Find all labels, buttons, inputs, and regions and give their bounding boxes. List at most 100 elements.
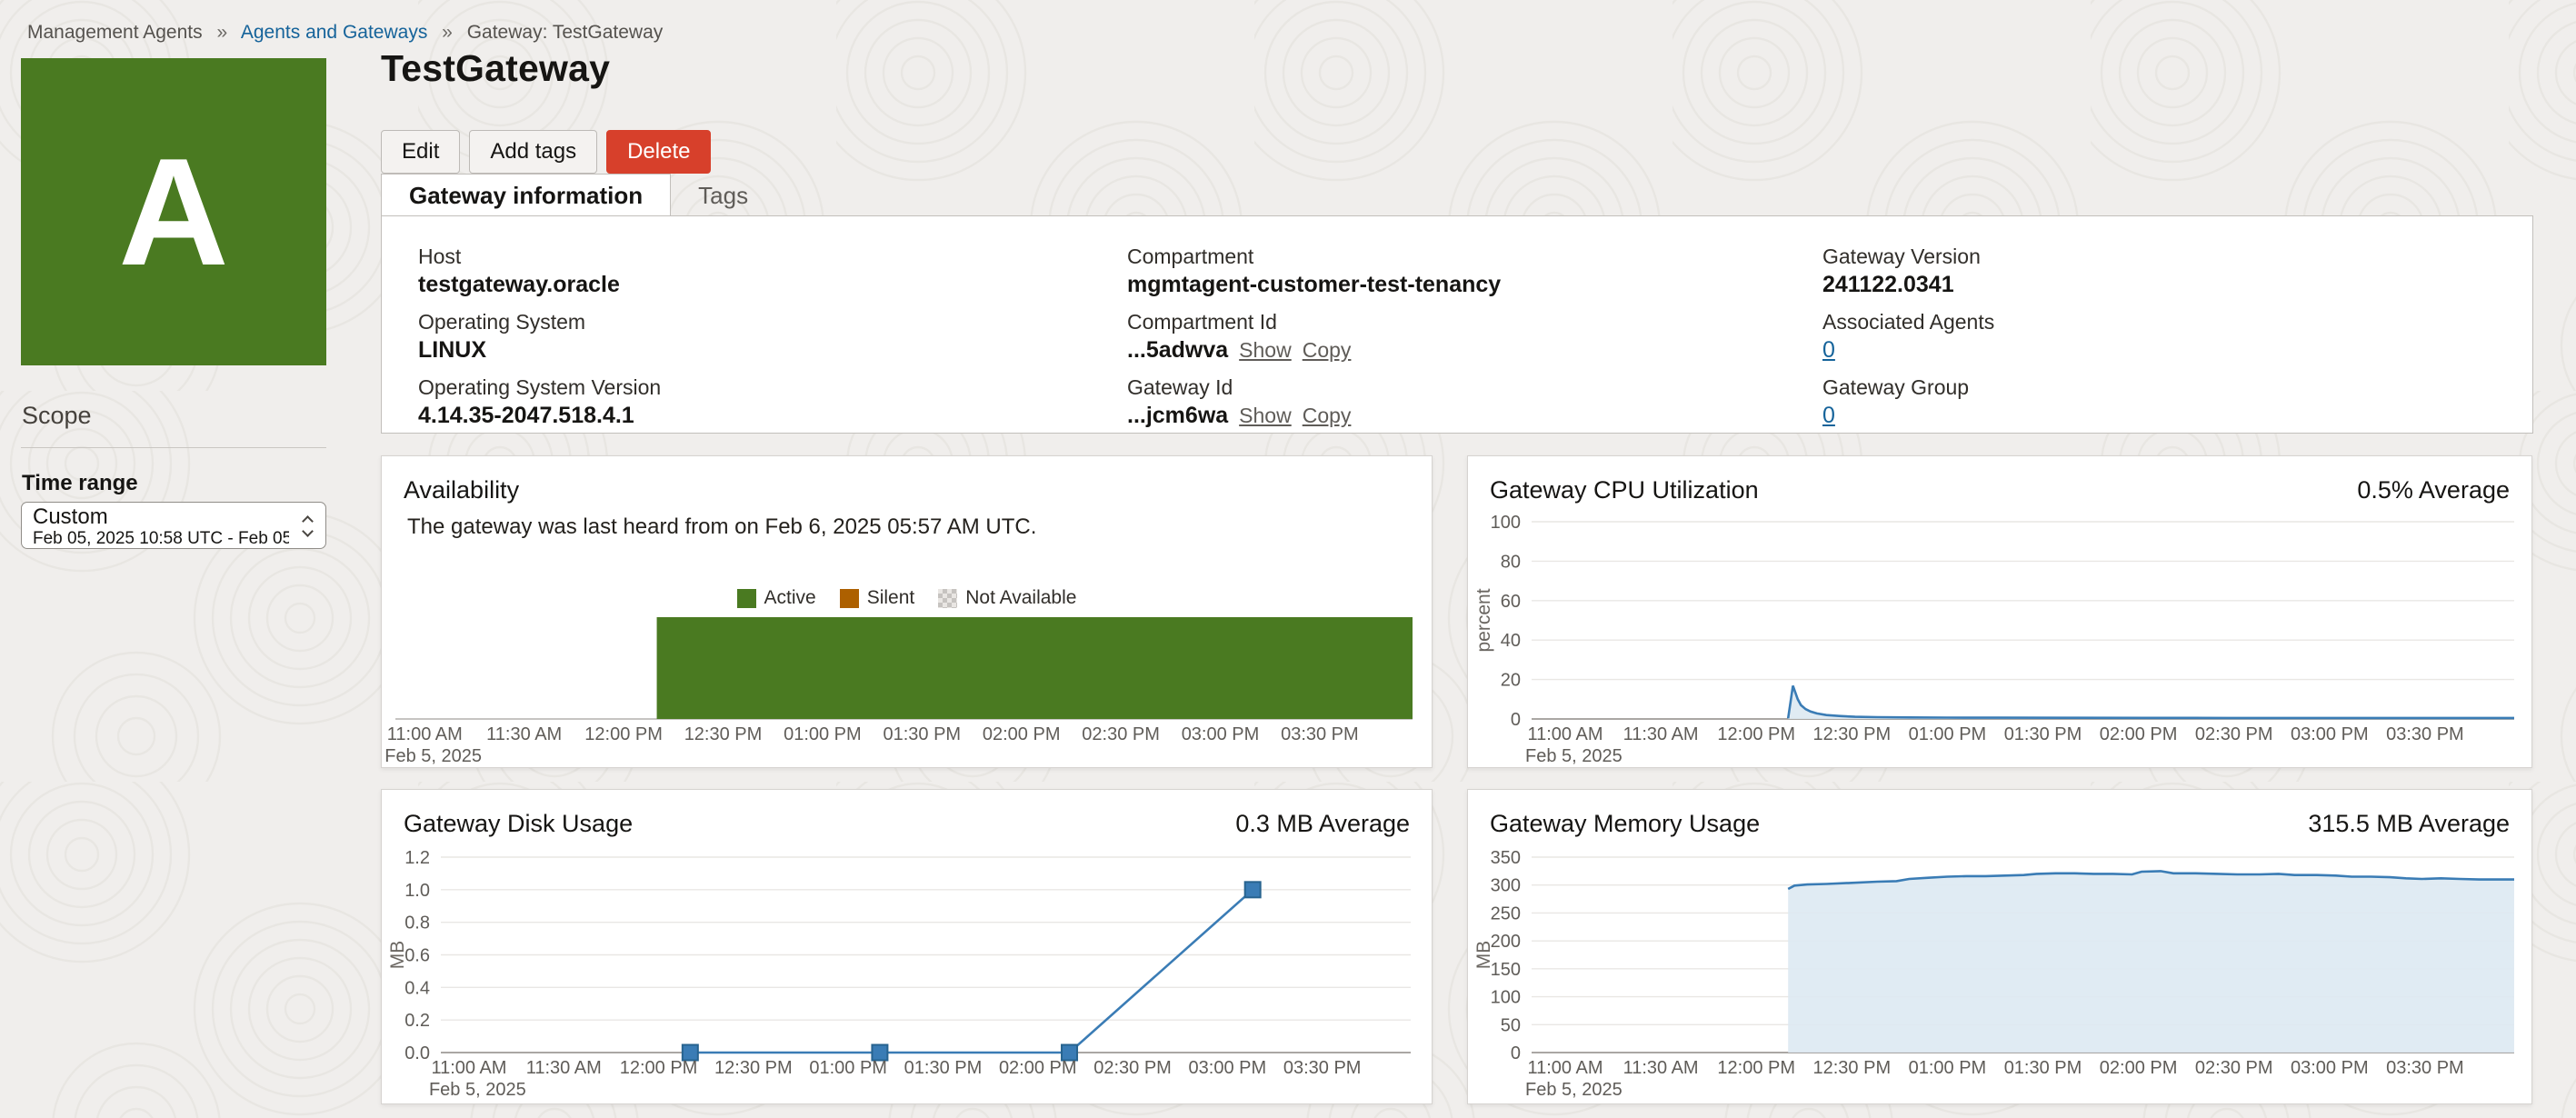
add-tags-button[interactable]: Add tags bbox=[469, 130, 597, 174]
breadcrumb-current-gateway: Gateway: TestGateway bbox=[467, 22, 664, 43]
memory-chart-title: Gateway Memory Usage bbox=[1490, 810, 1760, 838]
compartment-label: Compartment bbox=[1127, 244, 1501, 270]
svg-text:11:00 AM: 11:00 AM bbox=[1527, 724, 1603, 744]
svg-text:02:30 PM: 02:30 PM bbox=[1082, 724, 1160, 744]
svg-text:11:30 AM: 11:30 AM bbox=[486, 724, 562, 744]
gateway-version-label: Gateway Version bbox=[1822, 244, 1994, 270]
time-range-selected-option: Custom bbox=[33, 505, 289, 529]
svg-text:01:00 PM: 01:00 PM bbox=[1909, 1058, 1987, 1078]
associated-agents-label: Associated Agents bbox=[1822, 309, 1994, 335]
svg-text:0.2: 0.2 bbox=[404, 1011, 430, 1031]
memory-average-value: 315.5 MB Average bbox=[2308, 810, 2510, 838]
svg-text:MB: MB bbox=[1473, 941, 1494, 970]
memory-usage-card: Gateway Memory Usage 315.5 MB Average 05… bbox=[1467, 789, 2532, 1104]
svg-text:100: 100 bbox=[1491, 513, 1521, 533]
cpu-chart-title: Gateway CPU Utilization bbox=[1490, 476, 1759, 504]
svg-text:03:00 PM: 03:00 PM bbox=[2291, 724, 2369, 744]
svg-text:03:00 PM: 03:00 PM bbox=[2291, 1058, 2369, 1078]
delete-button[interactable]: Delete bbox=[606, 130, 711, 174]
svg-text:01:30 PM: 01:30 PM bbox=[2004, 1058, 2082, 1078]
avatar-letter: A bbox=[118, 135, 228, 288]
gateway-group-count-link[interactable]: 0 bbox=[1822, 403, 1835, 428]
breadcrumb-separator: » bbox=[442, 22, 453, 43]
svg-text:Feb 5, 2025: Feb 5, 2025 bbox=[384, 746, 482, 766]
svg-text:03:00 PM: 03:00 PM bbox=[1189, 1058, 1267, 1078]
time-range-label: Time range bbox=[22, 471, 138, 496]
operating-system-label: Operating System bbox=[418, 309, 661, 335]
breadcrumb-separator: » bbox=[216, 22, 227, 43]
gateway-id-copy-link[interactable]: Copy bbox=[1303, 404, 1352, 427]
compartment-id-field: Compartment Id ...5adwva Show Copy bbox=[1127, 309, 1501, 364]
breadcrumb: Management Agents » Agents and Gateways … bbox=[27, 22, 663, 44]
time-range-select[interactable]: Custom Feb 05, 2025 10:58 UTC - Feb 05, … bbox=[21, 502, 326, 549]
compartment-id-copy-link[interactable]: Copy bbox=[1303, 338, 1352, 362]
gateway-information-panel: Host testgateway.oracle Operating System… bbox=[381, 215, 2533, 434]
svg-text:01:00 PM: 01:00 PM bbox=[784, 724, 862, 744]
availability-subtitle: The gateway was last heard from on Feb 6… bbox=[407, 514, 1036, 540]
svg-text:02:00 PM: 02:00 PM bbox=[999, 1058, 1077, 1078]
select-spinner-icon bbox=[302, 514, 315, 538]
gateway-details-page: Management Agents » Agents and Gateways … bbox=[0, 0, 2576, 1118]
compartment-id-label: Compartment Id bbox=[1127, 309, 1501, 335]
availability-title: Availability bbox=[404, 476, 519, 504]
tab-tags[interactable]: Tags bbox=[671, 175, 775, 216]
gateway-id-label: Gateway Id bbox=[1127, 374, 1501, 401]
host-field: Host testgateway.oracle bbox=[418, 244, 661, 299]
svg-text:0.0: 0.0 bbox=[404, 1043, 430, 1063]
svg-text:0.8: 0.8 bbox=[404, 913, 430, 933]
svg-text:percent: percent bbox=[1473, 588, 1494, 652]
svg-text:11:00 AM: 11:00 AM bbox=[431, 1058, 506, 1078]
svg-text:02:00 PM: 02:00 PM bbox=[2100, 1058, 2178, 1078]
cpu-utilization-card: Gateway CPU Utilization 0.5% Average 020… bbox=[1467, 455, 2532, 768]
operating-system-version-value: 4.14.35-2047.518.4.1 bbox=[418, 401, 661, 430]
svg-text:02:00 PM: 02:00 PM bbox=[2100, 724, 2178, 744]
svg-text:100: 100 bbox=[1491, 988, 1521, 1008]
svg-text:01:30 PM: 01:30 PM bbox=[2004, 724, 2082, 744]
svg-text:02:30 PM: 02:30 PM bbox=[2195, 724, 2273, 744]
availability-card: Availability The gateway was last heard … bbox=[381, 455, 1433, 768]
operating-system-value: LINUX bbox=[418, 335, 661, 364]
gateway-id-show-link[interactable]: Show bbox=[1239, 404, 1292, 427]
associated-agents-count-link[interactable]: 0 bbox=[1822, 337, 1835, 363]
svg-text:Feb 5, 2025: Feb 5, 2025 bbox=[1525, 1080, 1622, 1100]
scope-heading: Scope bbox=[22, 402, 92, 430]
associated-agents-field: Associated Agents 0 bbox=[1822, 309, 1994, 364]
cpu-average-value: 0.5% Average bbox=[2357, 476, 2510, 504]
svg-text:250: 250 bbox=[1491, 903, 1521, 923]
host-value: testgateway.oracle bbox=[418, 270, 661, 299]
svg-text:12:30 PM: 12:30 PM bbox=[1813, 724, 1892, 744]
compartment-id-show-link[interactable]: Show bbox=[1239, 338, 1292, 362]
svg-text:02:00 PM: 02:00 PM bbox=[983, 724, 1061, 744]
svg-text:03:30 PM: 03:30 PM bbox=[1283, 1058, 1362, 1078]
svg-text:03:00 PM: 03:00 PM bbox=[1182, 724, 1260, 744]
svg-text:0.6: 0.6 bbox=[404, 946, 430, 966]
svg-text:03:30 PM: 03:30 PM bbox=[2386, 1058, 2464, 1078]
tab-gateway-information[interactable]: Gateway information bbox=[381, 174, 671, 216]
compartment-id-value: ...5adwva Show Copy bbox=[1127, 335, 1501, 364]
cpu-chart-plot: 020406080100percent11:00 AM11:30 AM12:00… bbox=[1468, 511, 2531, 774]
svg-text:11:30 AM: 11:30 AM bbox=[1623, 1058, 1699, 1078]
svg-text:12:30 PM: 12:30 PM bbox=[684, 724, 763, 744]
edit-button[interactable]: Edit bbox=[381, 130, 460, 174]
svg-text:300: 300 bbox=[1491, 876, 1521, 896]
gateway-avatar: A bbox=[21, 58, 326, 365]
svg-text:01:30 PM: 01:30 PM bbox=[904, 1058, 983, 1078]
disk-chart-plot: 0.00.20.40.60.81.01.2MB11:00 AM11:30 AM1… bbox=[382, 844, 1432, 1110]
operating-system-version-field: Operating System Version 4.14.35-2047.51… bbox=[418, 374, 661, 430]
gateway-id-ocid: ...jcm6wa bbox=[1127, 403, 1228, 428]
svg-text:02:30 PM: 02:30 PM bbox=[2195, 1058, 2273, 1078]
compartment-id-ocid: ...5adwva bbox=[1127, 337, 1228, 363]
svg-text:200: 200 bbox=[1491, 932, 1521, 952]
svg-text:12:00 PM: 12:00 PM bbox=[1717, 724, 1795, 744]
action-buttons: Edit Add tags Delete bbox=[381, 130, 711, 174]
svg-text:03:30 PM: 03:30 PM bbox=[1281, 724, 1359, 744]
tab-bar: Gateway information Tags bbox=[381, 175, 775, 216]
svg-text:01:30 PM: 01:30 PM bbox=[883, 724, 961, 744]
gateway-version-field: Gateway Version 241122.0341 bbox=[1822, 244, 1994, 299]
svg-text:01:00 PM: 01:00 PM bbox=[809, 1058, 887, 1078]
disk-average-value: 0.3 MB Average bbox=[1235, 810, 1410, 838]
gateway-id-field: Gateway Id ...jcm6wa Show Copy bbox=[1127, 374, 1501, 430]
svg-text:1.0: 1.0 bbox=[404, 881, 430, 901]
breadcrumb-agents-and-gateways-link[interactable]: Agents and Gateways bbox=[241, 22, 427, 43]
svg-text:11:00 AM: 11:00 AM bbox=[1527, 1058, 1603, 1078]
